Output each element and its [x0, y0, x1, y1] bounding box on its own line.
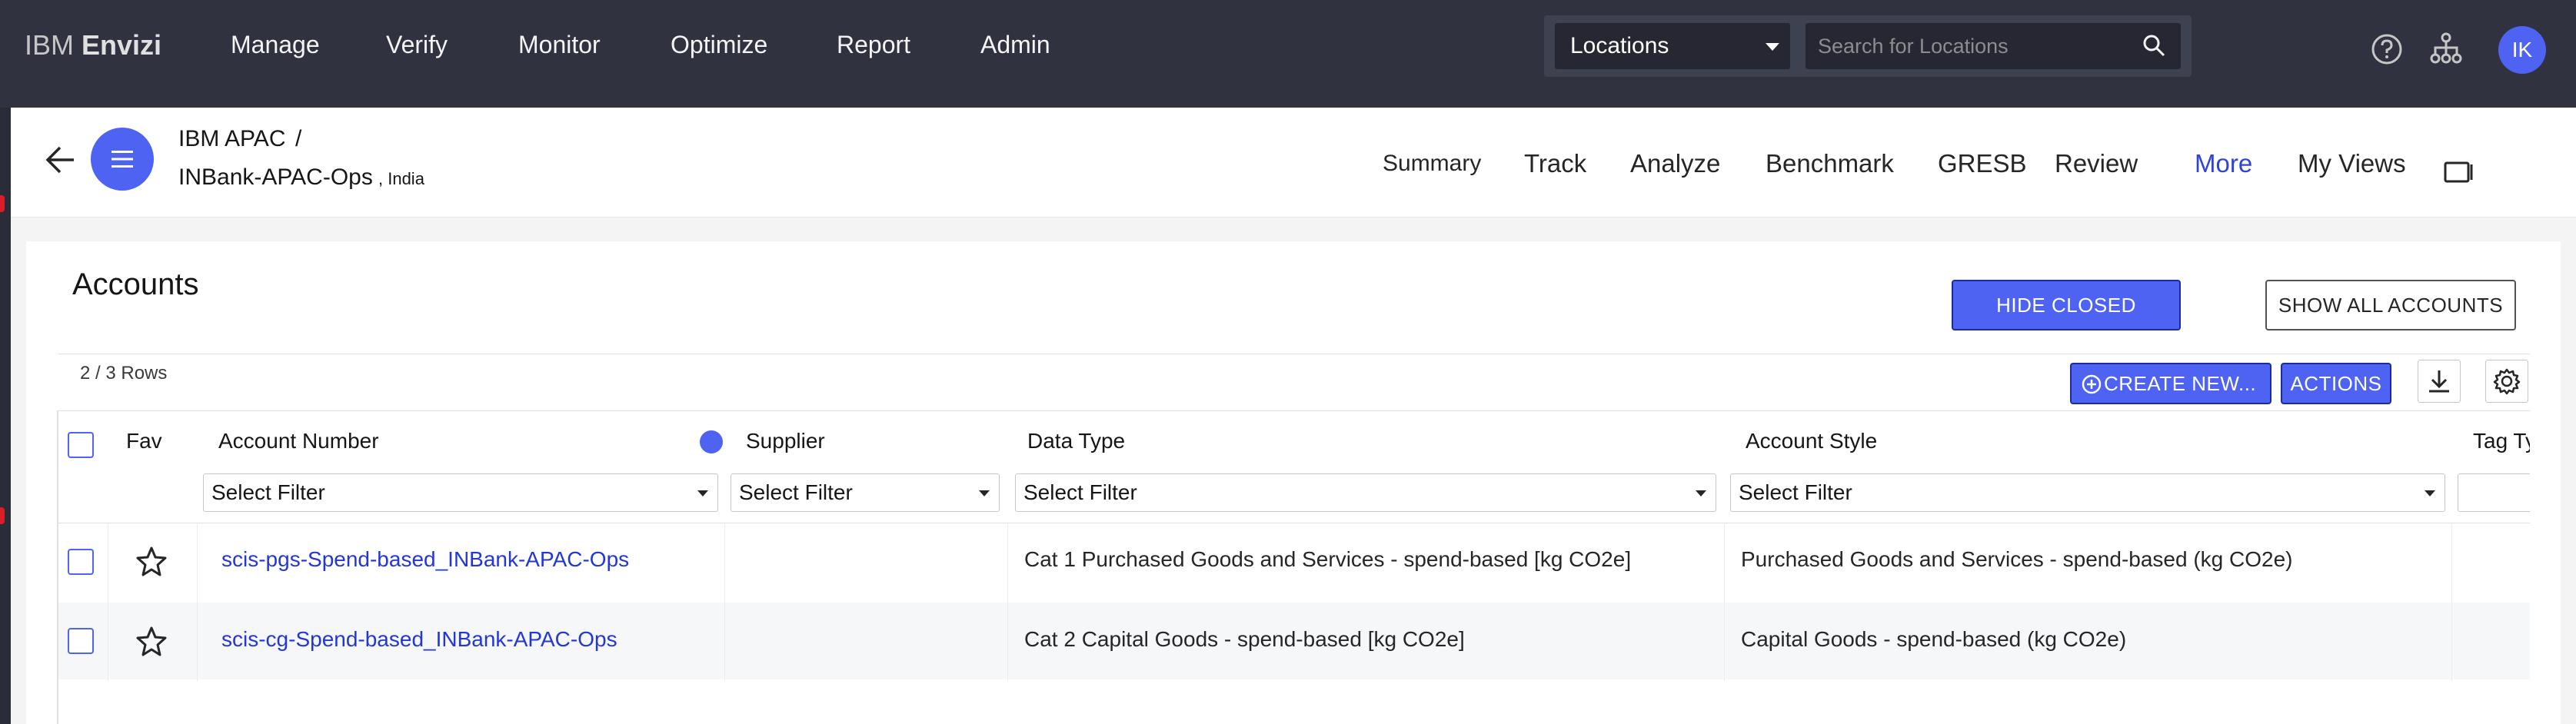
column-header-account-style[interactable]: Account Style: [1746, 429, 1877, 453]
data-type-cell: Cat 2 Capital Goods - spend-based [kg CO…: [1024, 627, 1465, 651]
tab-track[interactable]: Track: [1524, 149, 1586, 178]
hierarchy-icon[interactable]: [2428, 31, 2464, 66]
data-type-filter[interactable]: Select Filter: [1015, 473, 1716, 512]
tab-more[interactable]: More: [2195, 149, 2252, 178]
nav-report[interactable]: Report: [837, 31, 910, 59]
help-icon[interactable]: [2370, 32, 2404, 66]
supplier-filter[interactable]: Select Filter: [731, 473, 1000, 512]
download-button[interactable]: [2418, 360, 2461, 403]
actions-button[interactable]: ACTIONS: [2281, 363, 2391, 404]
select-all-checkbox[interactable]: [68, 432, 94, 458]
hide-closed-accounts-button[interactable]: HIDE CLOSED ACCOUNTS: [1952, 280, 2181, 364]
column-header-account-number[interactable]: Account Number: [218, 429, 379, 453]
show-all-accounts-button[interactable]: SHOW ALL ACCOUNTS: [2265, 280, 2516, 330]
edge-indicator: [0, 195, 5, 212]
column-header-supplier[interactable]: Supplier: [746, 429, 825, 453]
location-type-value: Locations: [1570, 33, 1669, 58]
location-search-bar: Locations Search for Locations: [1544, 15, 2192, 77]
edge-indicator: [0, 507, 5, 524]
tab-my-views[interactable]: My Views: [2298, 149, 2406, 178]
account-style-cell: Purchased Goods and Services - spend-bas…: [1741, 547, 2293, 571]
account-style-filter[interactable]: Select Filter: [1730, 473, 2445, 512]
account-style-cell: Capital Goods - spend-based (kg CO2e): [1741, 627, 2127, 651]
column-header-fav[interactable]: Fav: [126, 429, 162, 453]
chevron-down-icon: [697, 490, 708, 497]
location-header: [11, 108, 2576, 218]
account-number-link[interactable]: scis-pgs-Spend-based_INBank-APAC-Ops: [221, 547, 629, 572]
chevron-down-icon: [979, 490, 990, 497]
search-icon[interactable]: [2142, 34, 2165, 57]
filter-placeholder: Select Filter: [211, 480, 325, 504]
left-edge-strip: [0, 0, 11, 724]
nav-verify[interactable]: Verify: [386, 31, 448, 59]
column-header-tag-type[interactable]: Tag Ty: [2473, 429, 2536, 453]
breadcrumb-separator: /: [295, 126, 302, 151]
supplier-indicator-dot: [700, 430, 723, 453]
tab-analyze[interactable]: Analyze: [1630, 149, 1720, 178]
menu-button[interactable]: [91, 128, 154, 191]
table-right-edge: [2530, 410, 2561, 724]
column-header-data-type[interactable]: Data Type: [1027, 429, 1125, 453]
filter-placeholder: Select Filter: [739, 480, 853, 504]
row-checkbox[interactable]: [68, 549, 94, 575]
page-title: Accounts: [72, 267, 199, 301]
brand-prefix: IBM: [25, 29, 75, 61]
rows-count: 2 / 3 Rows: [80, 363, 168, 384]
create-new-label: CREATE NEW...: [2104, 372, 2257, 395]
plus-circle-icon: [2082, 374, 2102, 394]
brand-name: Envizi: [82, 29, 162, 61]
breadcrumb-current: INBank-APAC-Ops: [178, 164, 373, 190]
chevron-down-icon: [1696, 490, 1706, 497]
settings-button[interactable]: [2485, 360, 2528, 403]
nav-admin[interactable]: Admin: [980, 31, 1050, 59]
breadcrumb-root[interactable]: IBM APAC: [178, 126, 285, 152]
tab-review[interactable]: Review: [2055, 149, 2138, 178]
chevron-down-icon: [2425, 490, 2435, 497]
location-type-select[interactable]: Locations: [1555, 23, 1790, 69]
filter-placeholder: Select Filter: [1023, 480, 1137, 504]
breadcrumb-country: , India: [378, 169, 424, 188]
star-icon[interactable]: [135, 626, 168, 658]
account-number-link[interactable]: scis-cg-Spend-based_INBank-APAC-Ops: [221, 627, 617, 652]
column-separator: [1724, 524, 1725, 681]
filter-placeholder: Select Filter: [1739, 480, 1852, 504]
chevron-down-icon: [1766, 43, 1779, 51]
account-number-filter[interactable]: Select Filter: [203, 473, 718, 512]
download-icon: [2429, 370, 2449, 393]
top-navigation-bar: IBM Envizi Manage Verify Monitor Optimiz…: [0, 0, 2576, 108]
tab-summary[interactable]: Summary: [1383, 151, 1481, 177]
tab-benchmark[interactable]: Benchmark: [1766, 149, 1894, 178]
brand-logo[interactable]: IBM Envizi: [25, 29, 161, 61]
user-avatar[interactable]: IK: [2498, 26, 2546, 74]
column-separator: [2451, 524, 2452, 681]
gear-icon: [2493, 368, 2521, 395]
create-new-button[interactable]: CREATE NEW...: [2070, 363, 2271, 404]
nav-manage[interactable]: Manage: [231, 31, 320, 59]
nav-monitor[interactable]: Monitor: [518, 31, 601, 59]
row-checkbox[interactable]: [68, 628, 94, 654]
back-arrow-icon[interactable]: [43, 143, 77, 177]
star-icon[interactable]: [135, 546, 168, 578]
search-placeholder: Search for Locations: [1818, 35, 2009, 58]
column-separator: [724, 524, 725, 681]
data-type-cell: Cat 1 Purchased Goods and Services - spe…: [1024, 547, 1632, 571]
table-top-border: [58, 410, 2530, 411]
location-search-input[interactable]: Search for Locations: [1806, 23, 2181, 69]
menu-icon: [111, 151, 133, 168]
column-separator: [1007, 524, 1008, 681]
column-separator: [197, 524, 198, 681]
panel-icon[interactable]: [2444, 160, 2474, 184]
nav-optimize[interactable]: Optimize: [671, 31, 767, 59]
tab-gresb[interactable]: GRESB: [1938, 149, 2027, 178]
